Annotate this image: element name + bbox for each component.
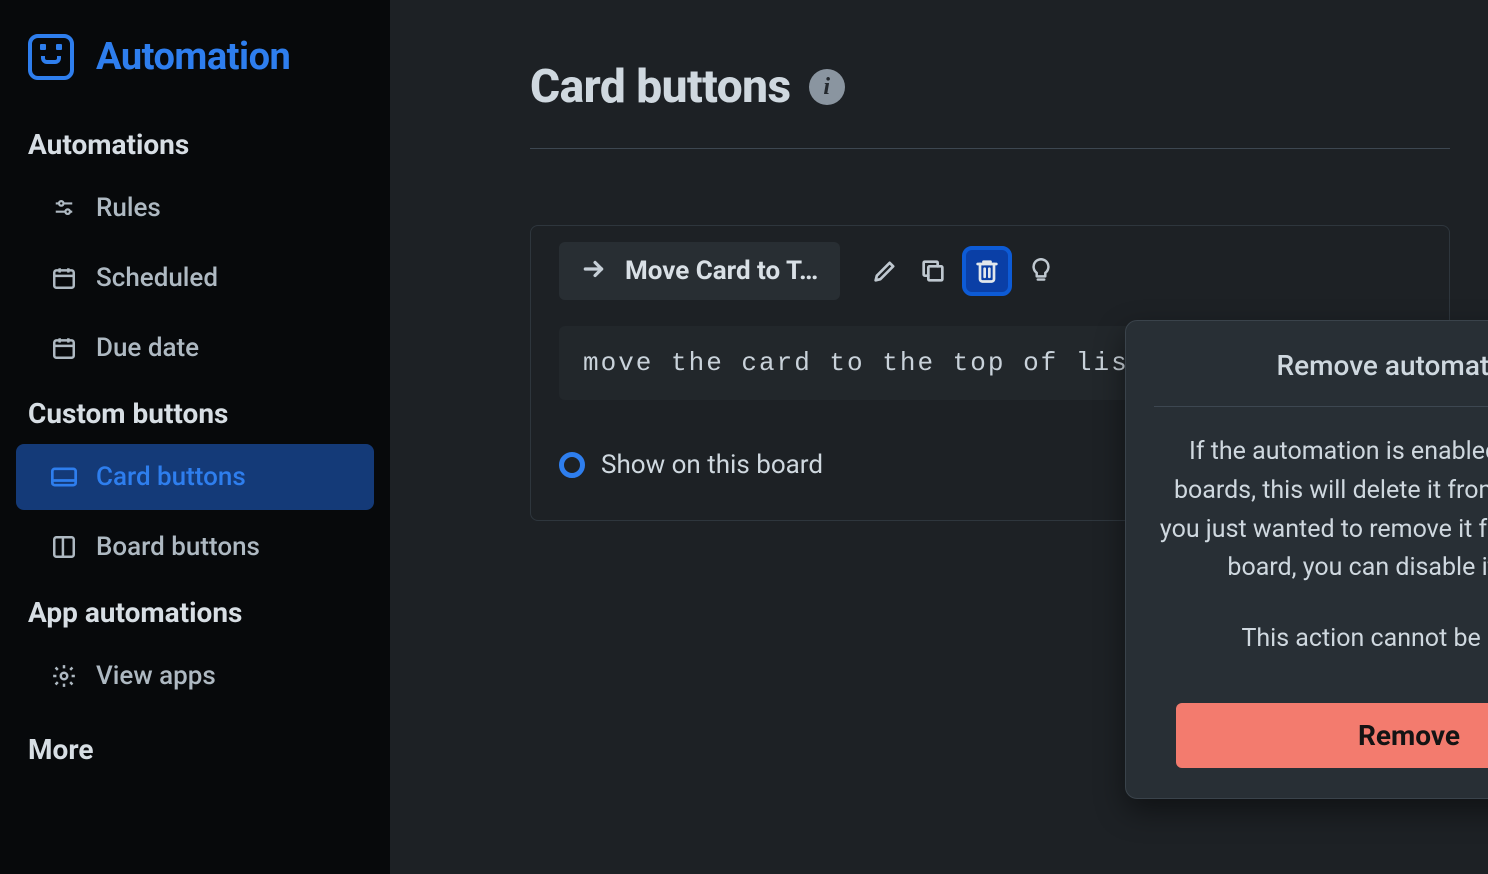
- main-content: Card buttons i Move Card to T…: [390, 0, 1488, 874]
- nav-item-view-apps[interactable]: View apps: [16, 643, 374, 709]
- arrow-right-icon: [581, 256, 607, 286]
- board-icon: [50, 534, 78, 560]
- calendar-icon: [50, 265, 78, 291]
- section-heading-more: More: [0, 713, 390, 766]
- sliders-icon: [50, 197, 78, 219]
- radio-icon: [559, 452, 585, 478]
- info-icon[interactable]: i: [809, 69, 845, 105]
- nav-item-board-buttons[interactable]: Board buttons: [16, 514, 374, 580]
- page-title: Card buttons: [530, 60, 791, 114]
- nav-item-scheduled[interactable]: Scheduled: [16, 245, 374, 311]
- copy-icon[interactable]: [916, 254, 950, 288]
- popover-text-2: This action cannot be undone.: [1158, 620, 1488, 659]
- calendar-icon: [50, 335, 78, 361]
- section-heading-app-automations: App automations: [0, 584, 390, 639]
- nav-label: Card buttons: [96, 462, 246, 492]
- page-header: Card buttons i: [530, 60, 1450, 149]
- card-button-chip[interactable]: Move Card to T…: [559, 242, 840, 300]
- nav-label: Due date: [96, 333, 199, 363]
- remove-button[interactable]: Remove: [1176, 703, 1488, 768]
- card-icon: [50, 466, 78, 488]
- remove-popover: Remove automation? If the automation is …: [1125, 320, 1488, 799]
- nav-label: Board buttons: [96, 532, 260, 562]
- edit-icon[interactable]: [868, 254, 902, 288]
- sidebar: Automation Automations Rules Scheduled D…: [0, 0, 390, 874]
- card-actions: [868, 248, 1438, 294]
- nav-item-rules[interactable]: Rules: [16, 175, 374, 241]
- nav-label: View apps: [96, 661, 216, 691]
- gear-icon: [50, 663, 78, 689]
- nav-item-card-buttons[interactable]: Card buttons: [16, 444, 374, 510]
- section-heading-custom-buttons: Custom buttons: [0, 385, 390, 440]
- nav-item-due-date[interactable]: Due date: [16, 315, 374, 381]
- popover-title: Remove automation?: [1154, 349, 1488, 407]
- popover-text-1: If the automation is enabled on multiple…: [1158, 433, 1488, 588]
- card-toolbar: Move Card to T…: [559, 242, 1421, 300]
- nav-label: Rules: [96, 193, 161, 223]
- section-heading-automations: Automations: [0, 116, 390, 171]
- nav-label: Scheduled: [96, 263, 218, 293]
- radio-label: Show on this board: [601, 450, 823, 480]
- lightbulb-icon[interactable]: [1024, 254, 1058, 288]
- chip-label: Move Card to T…: [625, 256, 818, 286]
- app-title: Automation: [96, 35, 290, 79]
- delete-icon[interactable]: [964, 248, 1010, 294]
- logo-row: Automation: [0, 24, 390, 116]
- popover-body: If the automation is enabled on multiple…: [1154, 407, 1488, 659]
- automation-icon: [28, 34, 74, 80]
